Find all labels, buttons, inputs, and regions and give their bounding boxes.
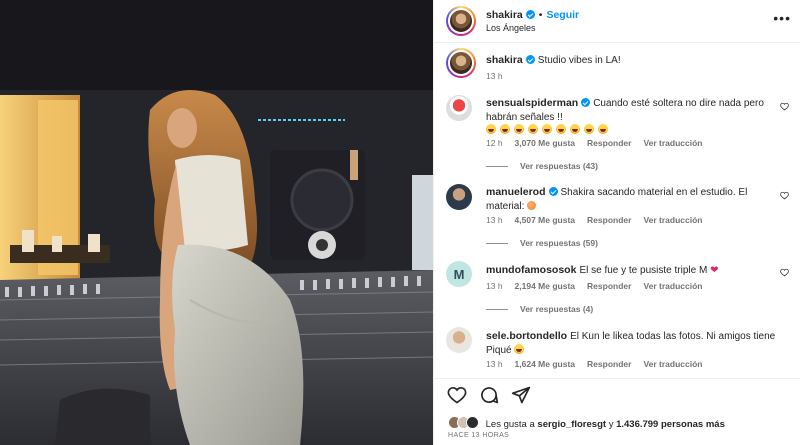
- view-replies-label: Ver respuestas (59): [520, 238, 598, 248]
- comment-text: Cuando esté soltera no dire nada pero: [593, 98, 764, 109]
- view-replies-label: Ver respuestas (43): [520, 161, 598, 171]
- comment-likes[interactable]: 1,624 Me gusta: [515, 359, 575, 369]
- reply-button[interactable]: Responder: [587, 138, 631, 148]
- laughing-emoji-icon: [542, 124, 552, 134]
- liker-avatar[interactable]: [466, 416, 479, 429]
- comment-text: El se fue y te pusiste triple M: [579, 265, 708, 276]
- laughing-emoji-icon: [570, 124, 580, 134]
- caption-time[interactable]: 13 h: [486, 71, 503, 81]
- comment-meta: 12 h 3,070 Me gusta Responder Ver traducció…: [486, 138, 715, 148]
- replies-line: [486, 309, 508, 311]
- comment-text-line2: Piqué: [486, 344, 512, 356]
- separator-dot: •: [538, 9, 543, 21]
- comment-text-line2: material:: [486, 200, 525, 212]
- verified-icon: [525, 55, 535, 64]
- comment-username[interactable]: manuelerod: [486, 186, 546, 198]
- comment-time[interactable]: 12 h: [486, 138, 503, 148]
- likes-prefix: Les gusta a: [485, 419, 535, 430]
- actions-divider: [434, 378, 800, 379]
- translate-button[interactable]: Ver traducción: [643, 281, 702, 291]
- comment-1: sensualspiderman Cuando esté soltera no d…: [486, 97, 786, 138]
- author-avatar[interactable]: [446, 6, 476, 36]
- reply-button[interactable]: Responder: [587, 281, 631, 291]
- comment-username[interactable]: sensualspiderman: [486, 97, 578, 109]
- peach-emoji-icon: [527, 200, 537, 210]
- laughing-emoji-icon: [514, 124, 524, 134]
- comment-text-line2: habrán señales !!: [486, 111, 563, 123]
- laughing-emoji-icon: [598, 124, 608, 134]
- post-side-panel: shakira • Seguir Los Ángeles ••• shakira St…: [433, 0, 800, 445]
- likes-connector: y: [608, 419, 614, 430]
- likes-count[interactable]: 1.436.799 personas más: [616, 419, 725, 430]
- comment-meta: 13 h 2,194 Me gusta Responder Ver traducció…: [486, 281, 715, 291]
- heart-icon[interactable]: [780, 191, 789, 200]
- comment-time[interactable]: 13 h: [486, 215, 503, 225]
- reply-button[interactable]: Responder: [587, 215, 631, 225]
- comment-time[interactable]: 13 h: [486, 281, 503, 291]
- translate-button[interactable]: Ver traducción: [643, 359, 702, 369]
- view-replies-label: Ver respuestas (4): [520, 304, 594, 314]
- comment-username[interactable]: sele.bortondello: [486, 330, 567, 342]
- translate-button[interactable]: Ver traducción: [643, 215, 702, 225]
- view-replies-button[interactable]: Ver respuestas (43): [486, 161, 598, 171]
- comment-text: El Kun le likea todas las fotos. Ni amig…: [570, 331, 776, 342]
- studio-photo-illustration: [0, 0, 433, 445]
- liker-username[interactable]: sergio_floresgt: [537, 419, 606, 430]
- post-location[interactable]: Los Ángeles: [486, 23, 536, 33]
- comment-meta: 13 h 4,507 Me gusta Responder Ver traducció…: [486, 215, 715, 225]
- caption-avatar[interactable]: [446, 48, 476, 78]
- verified-icon: [548, 187, 558, 196]
- comment-username[interactable]: mundofamososok: [486, 264, 576, 276]
- post-timestamp[interactable]: HACE 13 HORAS: [448, 432, 509, 439]
- comment-avatar[interactable]: [446, 184, 472, 210]
- comment-4: sele.bortondello El Kun le likea todas la…: [486, 330, 800, 357]
- view-replies-button[interactable]: Ver respuestas (4): [486, 304, 593, 314]
- more-icon[interactable]: •••: [773, 10, 791, 26]
- like-heart-icon[interactable]: [447, 385, 467, 405]
- comment-time[interactable]: 13 h: [486, 359, 503, 369]
- laughing-emoji-icon: [513, 343, 524, 354]
- replies-line: [486, 243, 508, 245]
- view-replies-button[interactable]: Ver respuestas (59): [486, 238, 598, 248]
- laughing-emoji-icon: [584, 124, 594, 134]
- comment-avatar[interactable]: [446, 95, 472, 121]
- red-heart-emoji-icon: ❤: [710, 265, 719, 276]
- comment-3: mundofamososok El se fue y te pusiste tri…: [486, 264, 786, 278]
- emoji-row: [486, 124, 612, 136]
- laughing-emoji-icon: [528, 124, 538, 134]
- comment-text: Shakira sacando material en el estudio. …: [560, 187, 748, 198]
- laughing-emoji-icon: [486, 124, 496, 134]
- comment-likes[interactable]: 4,507 Me gusta: [515, 215, 575, 225]
- comment-likes[interactable]: 3,070 Me gusta: [515, 138, 575, 148]
- comment-icon[interactable]: [479, 385, 499, 405]
- caption-text: Studio vibes in LA!: [537, 55, 621, 66]
- reply-button[interactable]: Responder: [587, 359, 631, 369]
- caption-username[interactable]: shakira: [486, 54, 523, 66]
- post-header: shakira • Seguir: [486, 9, 579, 21]
- replies-line: [486, 166, 508, 168]
- comment-meta: 13 h 1,624 Me gusta Responder Ver traducció…: [486, 359, 715, 369]
- caption-meta: 13 h: [486, 71, 515, 81]
- heart-icon[interactable]: [780, 102, 789, 111]
- comment-2: manuelerod Shakira sacando material en el…: [486, 186, 786, 213]
- header-divider: [434, 42, 800, 43]
- post-photo: [0, 0, 433, 445]
- author-username[interactable]: shakira: [486, 9, 523, 21]
- translate-button[interactable]: Ver traducción: [643, 138, 702, 148]
- comment-avatar[interactable]: M: [446, 261, 472, 287]
- heart-icon[interactable]: [780, 268, 789, 277]
- verified-icon: [525, 10, 535, 19]
- comment-likes[interactable]: 2,194 Me gusta: [515, 281, 575, 291]
- comment-avatar[interactable]: [446, 327, 472, 353]
- laughing-emoji-icon: [500, 124, 510, 134]
- laughing-emoji-icon: [556, 124, 566, 134]
- likes-summary: Les gusta a sergio_floresgt y 1.436.799 …: [448, 416, 725, 430]
- caption: shakira Studio vibes in LA!: [486, 54, 786, 68]
- follow-button[interactable]: Seguir: [546, 9, 579, 21]
- share-icon[interactable]: [511, 385, 531, 405]
- verified-icon: [581, 98, 591, 107]
